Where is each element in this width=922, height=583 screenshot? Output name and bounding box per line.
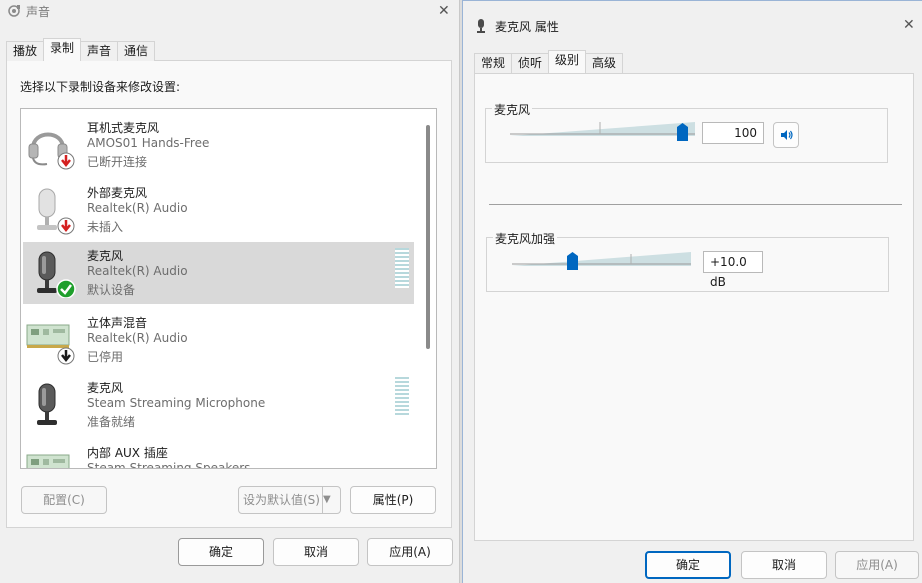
cancel-button[interactable]: 取消 [741,551,827,579]
tab-listen[interactable]: 侦听 [511,53,550,73]
microphone-icon [37,251,76,298]
set-default-button[interactable]: 设为默认值(S) ▼ [238,486,341,514]
device-name: 外部麦克风 [87,186,148,200]
microphone-level-value[interactable]: 100 [702,122,764,144]
microphone-icon [477,19,485,33]
device-description: AMOS01 Hands-Free [87,136,210,150]
tab-strip: 常规 侦听 级别 高级 [474,50,624,73]
device-status: 默认设备 [87,283,136,297]
device-name: 立体声混音 [87,316,148,330]
microphone-boost-slider[interactable] [512,250,691,268]
device-name: 内部 AUX 插座 [87,446,168,460]
microphone-level-slider[interactable] [510,120,695,138]
divider [489,204,902,205]
list-item[interactable]: 耳机式麦克风 AMOS01 Hands-Free 已断开连接 [23,114,414,176]
sound-card-icon [26,454,70,468]
device-name: 麦克风 [87,381,124,395]
headset-microphone-icon [28,132,75,170]
instruction-text: 选择以下录制设备来修改设置: [20,80,181,94]
microphone-boost-group: 麦克风加强 +10.0 dB [486,230,889,292]
title-bar: 麦克风 属性 ✕ [463,1,922,49]
microphone-properties-dialog: 麦克风 属性 ✕ 麦克风 100 麦克风加强 +10.0 dB 常规 侦听 级别… [462,0,922,583]
mute-toggle-button[interactable] [773,122,799,148]
chevron-down-icon[interactable]: ▼ [322,487,340,513]
device-name: 耳机式麦克风 [87,121,160,135]
speaker-app-icon [8,5,20,17]
microphone-icon [37,383,57,425]
list-item[interactable]: 内部 AUX 插座 Steam Streaming Speakers [23,439,414,469]
properties-button[interactable]: 属性(P) [350,486,436,514]
window-title: 麦克风 属性 [495,20,559,34]
level-meter [395,377,409,417]
list-item[interactable]: 麦克风 Steam Streaming Microphone 准备就绪 [23,374,414,436]
recording-device-list[interactable]: 耳机式麦克风 AMOS01 Hands-Free 已断开连接 外部麦克风 Rea… [20,108,437,469]
list-item[interactable]: 外部麦克风 Realtek(R) Audio 未插入 [23,179,414,241]
tab-general[interactable]: 常规 [474,53,513,73]
device-status: 已断开连接 [87,155,148,169]
microphone-boost-label: 麦克风加强 [493,230,558,247]
ok-button[interactable]: 确定 [645,551,731,579]
cancel-button[interactable]: 取消 [273,538,359,566]
microphone-level-group: 麦克风 100 [485,101,888,163]
tab-strip: 播放 录制 声音 通信 [6,38,156,61]
microphone-icon [37,188,75,235]
level-meter [395,248,409,288]
list-item-selected[interactable]: 麦克风 Realtek(R) Audio 默认设备 [23,242,414,304]
device-description: Realtek(R) Audio [87,201,188,215]
tab-communications[interactable]: 通信 [117,41,156,61]
set-default-label: 设为默认值(S) [243,493,320,507]
device-description: Steam Streaming Speakers [87,461,251,469]
device-name: 麦克风 [87,249,124,263]
window-title: 声音 [26,5,51,19]
device-status: 未插入 [87,220,124,234]
close-button[interactable]: ✕ [438,4,450,18]
microphone-boost-thumb[interactable] [567,252,579,270]
speaker-icon [781,130,793,140]
tab-sounds[interactable]: 声音 [80,41,119,61]
ok-button[interactable]: 确定 [178,538,264,566]
microphone-boost-value[interactable]: +10.0 dB [703,251,763,289]
device-status: 准备就绪 [87,415,136,429]
microphone-level-label: 麦克风 [492,101,533,118]
configure-button[interactable]: 配置(C) [21,486,107,514]
microphone-level-thumb[interactable] [677,123,688,141]
sound-dialog: 声音 ✕ 播放 录制 声音 通信 选择以下录制设备来修改设置: 耳机式麦克风 A… [0,0,460,583]
sound-card-icon [26,324,75,365]
device-status: 已停用 [87,350,124,364]
title-bar: 声音 ✕ [0,0,460,24]
list-scrollbar[interactable] [426,125,430,349]
device-description: Steam Streaming Microphone [87,396,266,410]
tab-levels[interactable]: 级别 [548,50,587,73]
tab-advanced[interactable]: 高级 [585,53,624,73]
tab-panel: 麦克风 100 麦克风加强 +10.0 dB [474,73,914,541]
device-description: Realtek(R) Audio [87,331,188,345]
tab-recording[interactable]: 录制 [43,38,82,61]
tab-playback[interactable]: 播放 [6,41,45,61]
apply-button[interactable]: 应用(A) [835,551,919,579]
close-button[interactable]: ✕ [903,18,915,32]
device-description: Realtek(R) Audio [87,264,188,278]
apply-button[interactable]: 应用(A) [367,538,453,566]
list-item[interactable]: 立体声混音 Realtek(R) Audio 已停用 [23,309,414,371]
